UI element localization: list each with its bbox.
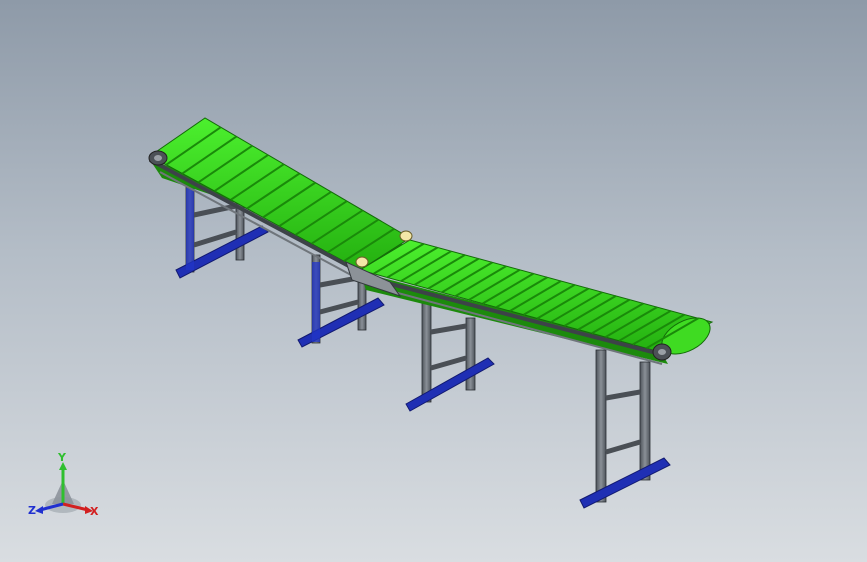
coordinate-triad: Y X Z bbox=[26, 448, 106, 528]
z-axis-label: Z bbox=[28, 504, 36, 517]
support-stand-4 bbox=[579, 349, 671, 509]
belt-shallow-section bbox=[358, 239, 714, 365]
y-axis-label: Y bbox=[58, 451, 66, 464]
conveyor-model[interactable] bbox=[0, 0, 867, 562]
x-axis-label: X bbox=[90, 505, 99, 518]
cad-viewport[interactable]: Y X Z bbox=[0, 0, 867, 562]
support-stand-3 bbox=[405, 301, 495, 412]
